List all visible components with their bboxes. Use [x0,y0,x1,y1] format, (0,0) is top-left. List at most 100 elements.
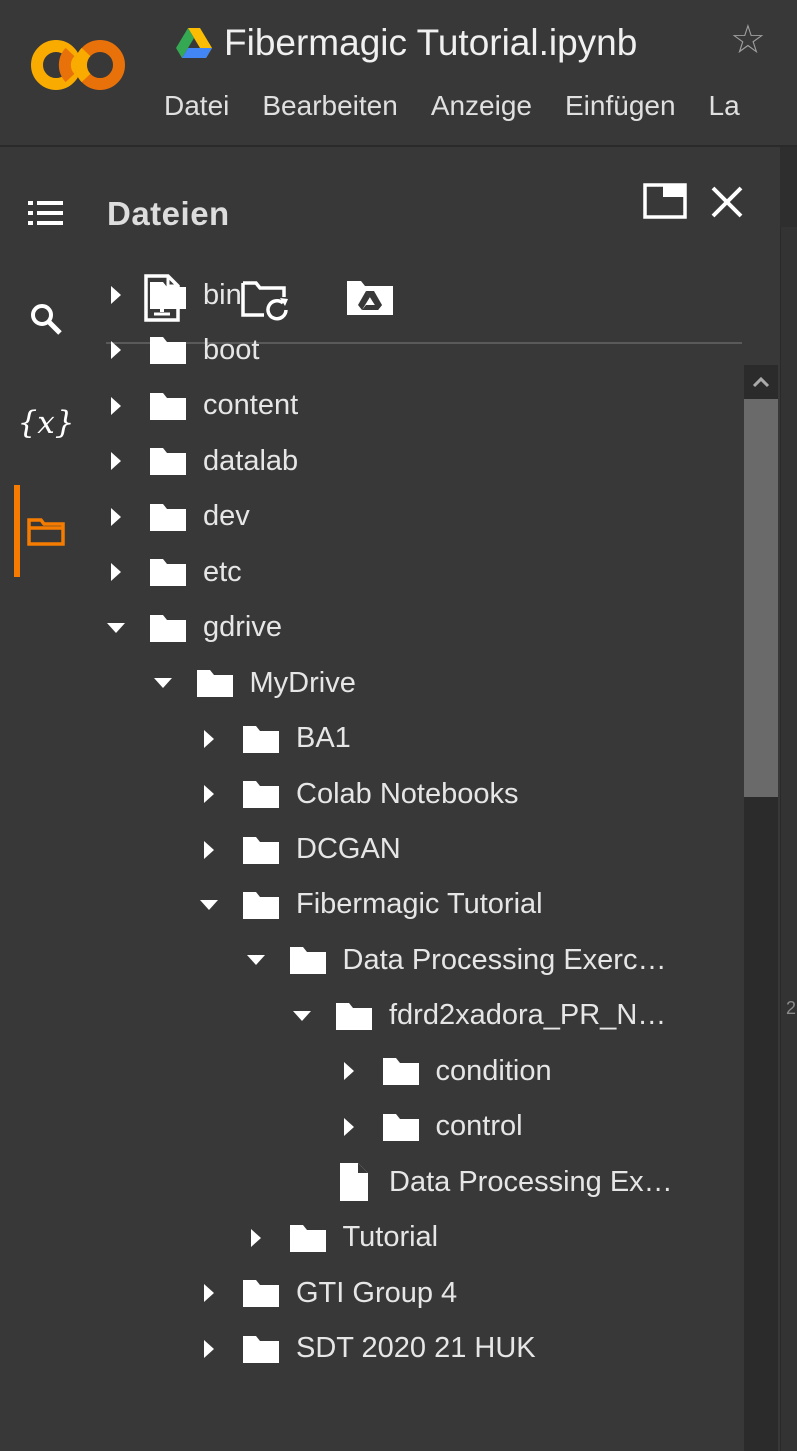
menu-bearbeiten[interactable]: Bearbeiten [262,90,397,122]
menu-anzeige[interactable]: Anzeige [431,90,532,122]
colab-logo[interactable] [30,34,130,96]
folder-icon [241,833,281,867]
caret-right-icon[interactable] [335,1113,363,1141]
table-of-contents-icon[interactable] [14,181,78,245]
caret-down-icon[interactable] [149,669,177,697]
mount-drive-icon[interactable] [345,277,395,322]
tree-folder-row[interactable]: control [335,1101,523,1153]
tree-item-label: Tutorial [342,1221,439,1254]
tree-item-label: gdrive [203,611,282,644]
caret-right-icon[interactable] [195,1279,223,1307]
variables-icon[interactable]: {x} [14,391,78,455]
tree-item-label: condition [435,1054,552,1087]
cell-counter-fragment: 2 [786,998,797,1018]
caret-right-icon[interactable] [102,392,130,420]
tree-item-label: etc [203,555,242,588]
tree-item-label: GTI Group 4 [296,1276,458,1309]
close-icon[interactable] [709,184,745,225]
refresh-folder-icon[interactable] [240,277,292,326]
folder-icon [288,943,328,977]
caret-right-icon[interactable] [102,447,130,475]
files-panel: Dateien bin boot content datalab dev etc… [92,147,780,1451]
caret-right-icon[interactable] [102,281,130,309]
tree-folder-row[interactable]: datalab [102,435,298,487]
folder-icon [241,722,281,756]
notebook-edge [780,147,797,1451]
folder-icon [148,555,188,589]
tree-folder-row[interactable]: content [102,380,298,432]
scrollbar-thumb[interactable] [744,399,778,797]
tree-file-row[interactable]: Data Processing Ex… [288,1156,673,1208]
caret-right-icon[interactable] [195,780,223,808]
caret-right-icon[interactable] [335,1057,363,1085]
notebook-title[interactable]: Fibermagic Tutorial.ipynb [224,22,637,64]
caret-right-icon[interactable] [242,1224,270,1252]
star-outline-icon[interactable]: ☆ [730,20,766,60]
search-icon[interactable] [14,287,78,351]
tree-item-label: SDT 2020 21 HUK [296,1332,536,1365]
tree-folder-row[interactable]: BA1 [195,713,351,765]
tree-folder-row[interactable]: Data Processing Exerc… [242,934,667,986]
tree-folder-row[interactable]: SDT 2020 21 HUK [195,1323,536,1375]
folder-icon [381,1110,421,1144]
tree-item-label: MyDrive [249,666,356,699]
caret-right-icon[interactable] [195,725,223,753]
folder-icon [334,999,374,1033]
caret-down-icon[interactable] [288,1002,316,1030]
folder-icon [241,777,281,811]
folder-icon [148,389,188,423]
tree-item-label: fdrd2xadora_PR_N… [389,999,667,1032]
caret-down-icon[interactable] [195,891,223,919]
caret-right-icon[interactable] [195,1335,223,1363]
folder-icon [241,1332,281,1366]
folder-icon [241,1276,281,1310]
tree-item-label: Data Processing Ex… [389,1165,673,1198]
tree-folder-row[interactable]: etc [102,546,242,598]
tree-folder-row[interactable]: fdrd2xadora_PR_N… [288,990,666,1042]
tree-folder-row[interactable]: gdrive [102,602,282,654]
folder-icon [148,611,188,645]
caret-right-icon[interactable] [195,836,223,864]
folder-icon [148,333,188,367]
caret-down-icon[interactable] [102,614,130,642]
tree-folder-row[interactable]: Colab Notebooks [195,768,518,820]
folder-icon [148,278,188,312]
tree-folder-row[interactable]: Tutorial [242,1212,439,1264]
tree-item-label: dev [203,500,250,533]
tree-folder-row[interactable]: Fibermagic Tutorial [195,879,543,931]
app-header: Fibermagic Tutorial.ipynb ☆ Datei Bearbe… [0,0,797,147]
menu-laufzeit[interactable]: La [709,90,740,122]
tree-item-label: BA1 [296,722,351,755]
tree-item-label: boot [203,333,260,366]
tree-folder-row[interactable]: boot [102,324,259,376]
caret-right-icon[interactable] [102,558,130,586]
folder-icon [241,888,281,922]
caret-right-icon[interactable] [102,336,130,364]
notebook-edge-top [780,147,797,227]
tree-folder-row[interactable]: bin [102,269,242,321]
tree-folder-row[interactable]: dev [102,491,250,543]
scroll-up-icon[interactable] [744,365,778,399]
tree-folder-row[interactable]: GTI Group 4 [195,1267,457,1319]
tree-item-label: control [435,1110,523,1143]
caret-right-icon[interactable] [102,503,130,531]
tree-folder-row[interactable]: condition [335,1045,552,1097]
caret-down-icon[interactable] [242,946,270,974]
folder-icon [381,1054,421,1088]
menu-einfuegen[interactable]: Einfügen [565,90,676,122]
folder-icon[interactable] [14,499,78,563]
folder-icon [148,444,188,478]
tree-item-label: bin [203,278,242,311]
open-in-tab-icon[interactable] [643,183,687,224]
folder-icon [288,1221,328,1255]
tree-folder-row[interactable]: MyDrive [149,657,356,709]
tree-item-label: Fibermagic Tutorial [296,888,543,921]
tree-item-label: Colab Notebooks [296,777,519,810]
menu-datei[interactable]: Datei [164,90,229,122]
side-rail: {x} [0,147,92,1451]
panel-title: Dateien [107,195,230,232]
tree-item-label: Data Processing Exerc… [342,943,667,976]
caret-spacer [288,1168,316,1196]
folder-icon [148,500,188,534]
tree-folder-row[interactable]: DCGAN [195,824,401,876]
